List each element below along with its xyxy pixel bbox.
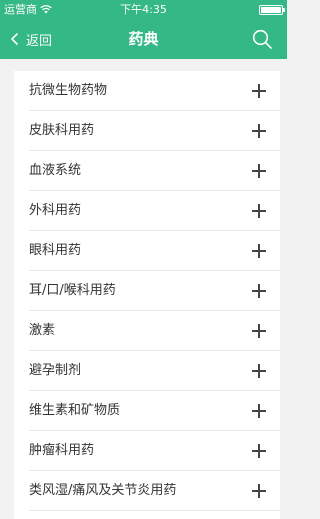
item-label: 类风湿/痛风及关节炎用药 — [29, 483, 177, 498]
back-label: 返回 — [26, 33, 53, 49]
status-time: 下午4:35 — [120, 3, 167, 16]
list-item[interactable]: 外科用药 — [14, 191, 280, 231]
plus-icon[interactable] — [252, 204, 266, 218]
item-label: 血液系统 — [29, 163, 82, 178]
chevron-left-icon — [11, 33, 18, 45]
list-item[interactable]: 耳/口/喉科用药 — [14, 271, 280, 311]
category-list: 抗微生物药物 皮肤科用药 血液系统 外科用药 眼科用药 耳/口/喉科用药 激素 … — [14, 71, 280, 519]
plus-icon[interactable] — [252, 484, 266, 498]
item-label: 眼科用药 — [29, 243, 82, 258]
list-item[interactable]: 类风湿/痛风及关节炎用药 — [14, 471, 280, 511]
plus-icon[interactable] — [252, 124, 266, 138]
item-label: 皮肤科用药 — [29, 123, 95, 138]
plus-icon[interactable] — [252, 324, 266, 338]
plus-icon[interactable] — [252, 404, 266, 418]
battery-icon — [259, 5, 285, 15]
plus-icon[interactable] — [252, 244, 266, 258]
item-label: 耳/口/喉科用药 — [29, 283, 116, 298]
list-item[interactable]: 维生素和矿物质 — [14, 391, 280, 431]
plus-icon[interactable] — [252, 84, 266, 98]
divider — [29, 510, 280, 511]
list-item[interactable]: 血液系统 — [14, 151, 280, 191]
plus-icon[interactable] — [252, 444, 266, 458]
item-label: 激素 — [29, 323, 56, 338]
search-icon[interactable] — [251, 28, 273, 50]
plus-icon[interactable] — [252, 164, 266, 178]
item-label: 外科用药 — [29, 203, 82, 218]
back-button[interactable]: 返回 — [8, 19, 52, 59]
plus-icon[interactable] — [252, 284, 266, 298]
nav-bar: 返回 药典 — [0, 19, 287, 59]
list-item[interactable]: 眼科用药 — [14, 231, 280, 271]
list-item[interactable]: 皮肤科用药 — [14, 111, 280, 151]
item-label: 避孕制剂 — [29, 363, 82, 378]
list-item[interactable]: 避孕制剂 — [14, 351, 280, 391]
list-item[interactable]: 激素 — [14, 311, 280, 351]
plus-icon[interactable] — [252, 364, 266, 378]
list-item[interactable]: 肿瘤科用药 — [14, 431, 280, 471]
item-label: 维生素和矿物质 — [29, 403, 121, 418]
item-label: 抗微生物药物 — [29, 83, 108, 98]
status-bar: 运营商 下午4:35 — [0, 0, 287, 19]
list-item[interactable]: 抗微生物药物 — [14, 71, 280, 111]
item-label: 肿瘤科用药 — [29, 443, 95, 458]
